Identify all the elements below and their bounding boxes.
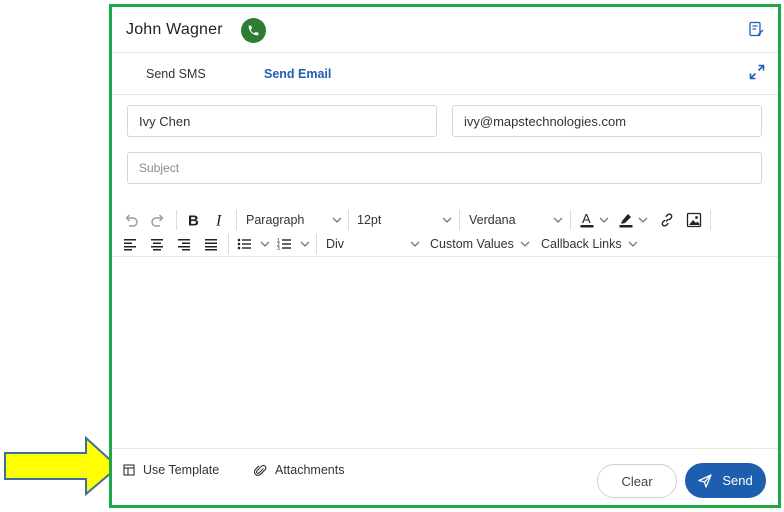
font-family-value: Verdana [469,213,516,227]
toolbar-divider [236,210,237,230]
align-left-icon [124,239,136,251]
email-body-editor[interactable] [112,258,778,448]
font-family-dropdown[interactable]: Verdana [469,208,563,232]
chevron-down-icon [300,241,310,247]
numbered-list-button[interactable]: 1 2 3 [277,232,310,256]
bullet-list-icon [237,238,251,250]
svg-text:3: 3 [277,246,280,251]
message-type-tabs: Send SMS Send Email [112,53,778,95]
insert-link-button[interactable] [659,208,675,232]
to-email-field[interactable]: ivy@mapstechnologies.com [452,105,762,137]
chevron-down-icon [599,217,609,223]
use-template-label: Use Template [143,463,220,477]
to-email-value: ivy@mapstechnologies.com [464,113,627,129]
toolbar-divider [228,234,229,254]
text-color-icon: A [580,211,594,228]
block-format-value: Paragraph [246,213,305,227]
chevron-down-icon [520,241,530,247]
call-button[interactable] [241,18,266,43]
align-right-icon [178,239,190,251]
chevron-down-icon [638,217,648,223]
highlight-icon [619,214,633,228]
italic-icon: I [215,213,222,229]
image-icon [686,212,702,228]
attachments-label: Attachments [275,463,345,477]
bold-button[interactable]: B [187,208,201,232]
italic-button[interactable]: I [214,208,226,232]
svg-text:B: B [188,213,199,229]
bold-icon: B [188,213,199,229]
clear-button[interactable]: Clear [597,464,677,498]
callback-links-label: Callback Links [541,237,622,251]
chevron-down-icon [260,241,270,247]
toolbar-divider [570,210,571,230]
callback-links-dropdown[interactable]: Callback Links [541,232,638,256]
font-size-value: 12pt [357,213,382,227]
template-icon [123,464,135,476]
align-center-icon [151,239,163,251]
subject-field[interactable] [127,152,762,184]
from-name-value: Ivy Chen [139,113,191,129]
link-icon [661,213,673,227]
highlight-color-button[interactable] [618,208,648,232]
from-name-field[interactable]: Ivy Chen [127,105,437,137]
align-justify-button[interactable] [204,232,218,256]
contact-name: John Wagner [126,21,223,38]
font-size-dropdown[interactable]: 12pt [357,208,452,232]
phone-icon [248,25,259,36]
send-icon [698,473,712,488]
toolbar-row-1: B I Paragraph 12pt Verdana A [112,208,778,232]
tab-send-email[interactable]: Send Email [264,67,331,81]
undo-icon [125,214,138,227]
align-justify-icon [205,239,217,251]
chevron-down-icon [442,217,452,223]
editor-toolbar: B I Paragraph 12pt Verdana A 1 2 3 Div C… [112,205,778,257]
container-value: Div [326,237,345,251]
toolbar-divider [710,210,711,230]
subject-input[interactable] [139,161,750,175]
note-icon[interactable] [748,21,764,37]
email-composer-panel: John Wagner Send SMS Send Email Ivy Chen… [109,4,781,508]
insert-image-button[interactable] [686,208,702,232]
bullet-list-button[interactable] [237,232,270,256]
paperclip-icon [254,464,267,476]
block-format-dropdown[interactable]: Paragraph [246,208,342,232]
toolbar-divider [459,210,460,230]
composer-footer: Use Template Attachments Clear Send [112,448,778,505]
custom-values-dropdown[interactable]: Custom Values [430,232,530,256]
toolbar-divider [348,210,349,230]
toolbar-divider [316,234,317,254]
toolbar-row-2: 1 2 3 Div Custom Values Callback Links [112,232,778,256]
text-color-button[interactable]: A [579,208,609,232]
use-template-button[interactable]: Use Template [123,463,219,477]
composer-header: John Wagner [112,7,778,53]
redo-icon [151,214,164,227]
chevron-down-icon [628,241,638,247]
chevron-down-icon [553,217,563,223]
clear-label: Clear [621,473,653,489]
chevron-down-icon [410,241,420,247]
attachments-button[interactable]: Attachments [254,463,344,477]
numbered-list-icon: 1 2 3 [277,238,291,251]
svg-text:I: I [215,213,222,229]
send-label: Send [722,473,753,488]
chevron-down-icon [332,217,342,223]
custom-values-label: Custom Values [430,237,514,251]
undo-button[interactable] [123,208,139,232]
align-center-button[interactable] [150,232,164,256]
container-dropdown[interactable]: Div [326,232,420,256]
svg-text:A: A [582,211,591,226]
tab-send-sms[interactable]: Send SMS [146,67,206,81]
toolbar-divider [176,210,177,230]
redo-button[interactable] [150,208,166,232]
send-button[interactable]: Send [685,463,766,498]
align-right-button[interactable] [177,232,191,256]
align-left-button[interactable] [123,232,137,256]
annotation-arrow-icon [4,436,120,496]
expand-icon[interactable] [748,63,766,81]
